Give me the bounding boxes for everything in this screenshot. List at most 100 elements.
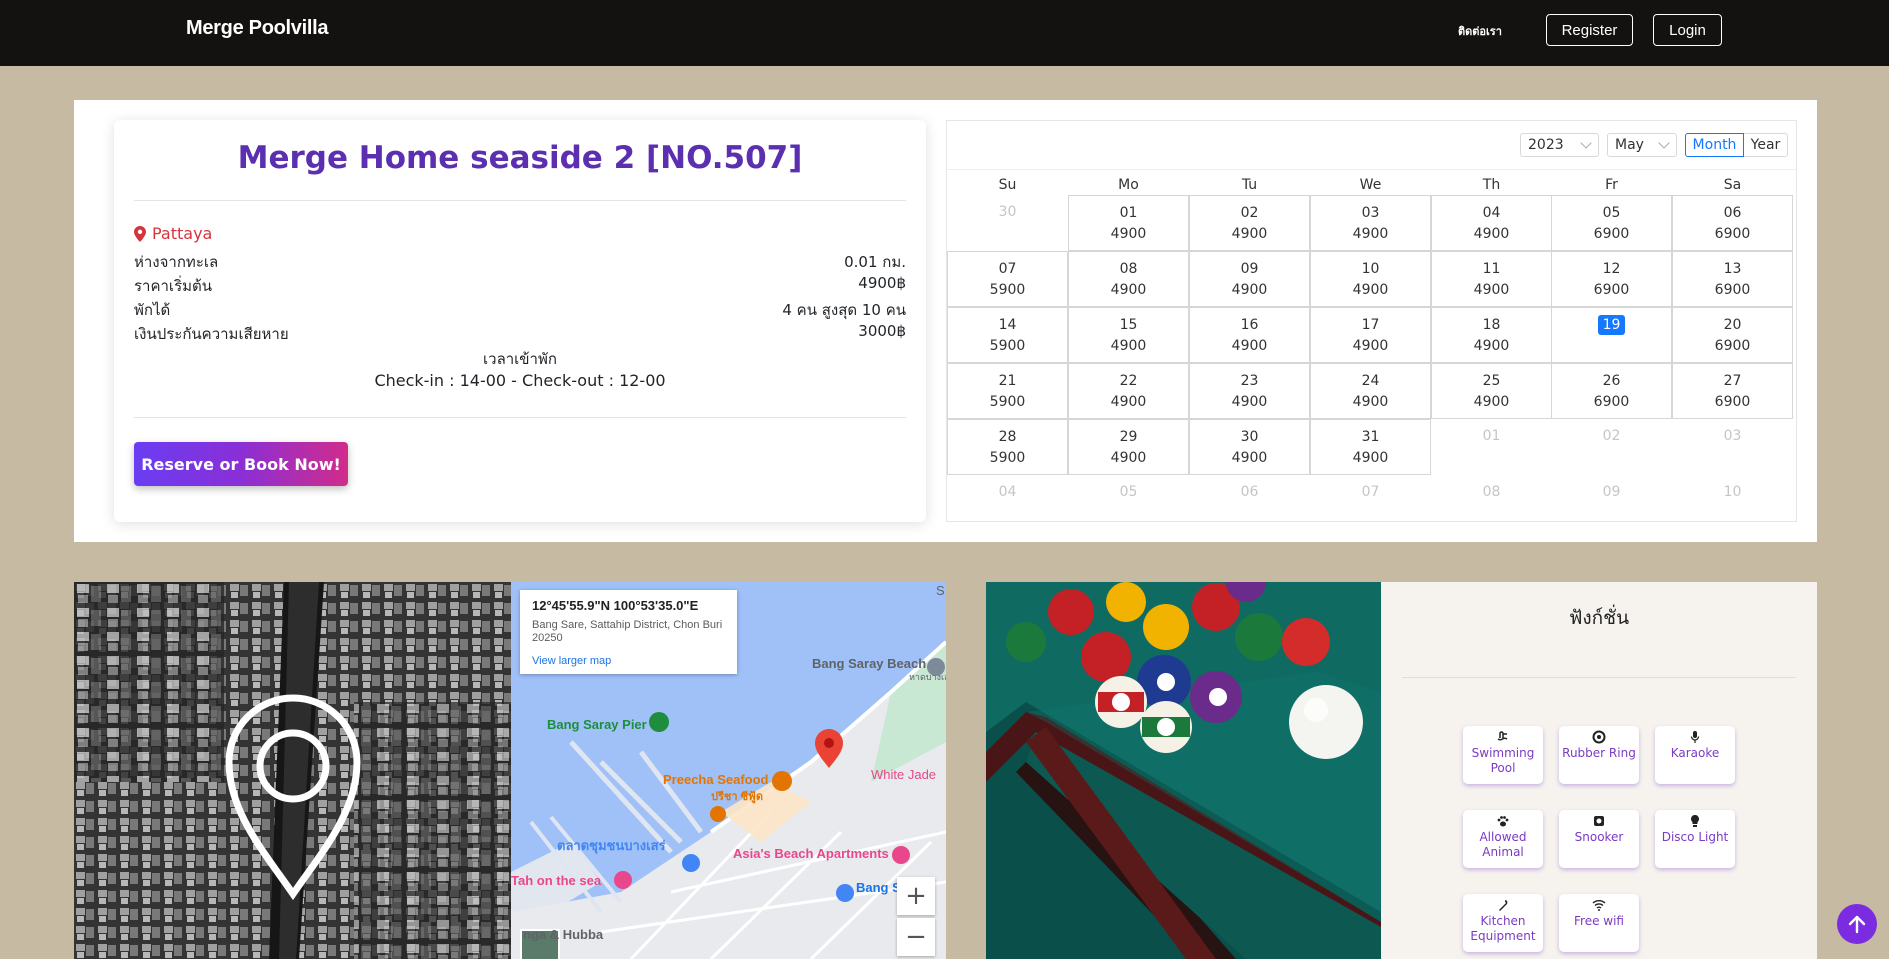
zoom-in-button[interactable]: + — [897, 877, 935, 915]
calendar-day[interactable]: 03 — [1672, 419, 1793, 475]
day-price: 4900 — [1110, 450, 1147, 466]
info-value: 4 คน สูงสุด 10 คน — [782, 301, 906, 319]
contact-link[interactable]: ติดต่อเรา — [1458, 22, 1502, 40]
calendar-day[interactable]: 30 4900 — [1189, 419, 1310, 475]
calendar-day[interactable]: 03 4900 — [1310, 195, 1431, 251]
function-allowed-animal[interactable]: Allowed Animal — [1463, 810, 1543, 868]
calendar-day[interactable]: 17 4900 — [1310, 307, 1431, 363]
property-title: Merge Home seaside 2 [NO.507] — [237, 140, 803, 176]
pool-table-image — [986, 582, 1381, 959]
info-row-guests: พักได้ 4 คน สูงสุด 10 คน — [134, 298, 906, 322]
calendar-day[interactable]: 08 4900 — [1068, 251, 1189, 307]
calendar-day[interactable]: 16 4900 — [1189, 307, 1310, 363]
calendar-day[interactable]: 07 — [1310, 475, 1431, 515]
day-price: 4900 — [1110, 338, 1147, 354]
calendar-day[interactable]: 18 4900 — [1431, 307, 1552, 363]
calendar-day[interactable]: 25 4900 — [1431, 363, 1552, 419]
month-value: May — [1615, 137, 1644, 153]
calendar-day[interactable]: 07 5900 — [947, 251, 1068, 307]
chevron-down-icon — [1580, 137, 1592, 149]
snooker-photo — [986, 582, 1381, 959]
google-map[interactable]: 12°45'55.9"N 100°53'35.0"E Bang Sare, Sa… — [511, 582, 946, 959]
chevron-down-icon — [1658, 137, 1670, 149]
mode-month-button[interactable]: Month — [1685, 133, 1744, 157]
calendar-day[interactable]: 12 6900 — [1551, 251, 1672, 307]
function-label: Snooker — [1574, 830, 1624, 844]
calendar-day[interactable]: 21 5900 — [947, 363, 1068, 419]
day-price: 4900 — [1231, 394, 1268, 410]
function-rubber-ring[interactable]: Rubber Ring — [1559, 726, 1639, 784]
mode-year-button[interactable]: Year — [1744, 133, 1788, 157]
booking-calendar: 2023 May Month Year Su Mo Tu We Th Fr Sa 30 01 49… — [946, 120, 1797, 522]
calendar-day[interactable]: 26 6900 — [1551, 363, 1672, 419]
calendar-day[interactable]: 04 — [947, 475, 1068, 515]
calendar-day[interactable]: 06 — [1189, 475, 1310, 515]
calendar-day[interactable]: 24 4900 — [1310, 363, 1431, 419]
calendar-day[interactable]: 27 6900 — [1672, 363, 1793, 419]
day-price: 4900 — [1352, 450, 1389, 466]
map-pin-icon — [134, 225, 146, 242]
month-select[interactable]: May — [1607, 133, 1677, 157]
day-price: 4900 — [1231, 450, 1268, 466]
calendar-day[interactable]: 20 6900 — [1672, 307, 1793, 363]
calendar-day[interactable]: 05 6900 — [1551, 195, 1672, 251]
calendar-day[interactable]: 14 5900 — [947, 307, 1068, 363]
calendar-day[interactable]: 09 4900 — [1189, 251, 1310, 307]
info-value: 0.01 กม. — [844, 253, 906, 271]
calendar-day[interactable]: 05 — [1068, 475, 1189, 515]
calendar-day[interactable]: 06 6900 — [1672, 195, 1793, 251]
zoom-out-button[interactable]: − — [897, 918, 935, 956]
function-free-wifi[interactable]: Free wifi — [1559, 894, 1639, 952]
day-number: 06 — [1240, 484, 1259, 500]
city-photo — [74, 582, 511, 959]
calendar-day[interactable]: 15 4900 — [1068, 307, 1189, 363]
calendar-day[interactable]: 13 6900 — [1672, 251, 1793, 307]
function-swimming-pool[interactable]: Swimming Pool — [1463, 726, 1543, 784]
register-button[interactable]: Register — [1546, 14, 1633, 46]
day-price: 4900 — [1231, 282, 1268, 298]
calendar-day[interactable]: 28 5900 — [947, 419, 1068, 475]
city-aerial-image — [74, 582, 511, 959]
calendar-day[interactable]: 30 — [947, 195, 1068, 251]
calendar-day[interactable]: 01 4900 — [1068, 195, 1189, 251]
calendar-day[interactable]: 22 4900 — [1068, 363, 1189, 419]
view-larger-map-link[interactable]: View larger map — [532, 655, 725, 667]
day-number: 30 — [1240, 429, 1259, 445]
checkin-time: Check-in : 14-00 - Check-out : 12-00 — [374, 371, 666, 390]
calendar-day[interactable]: 04 4900 — [1431, 195, 1552, 251]
day-price: 4900 — [1110, 394, 1147, 410]
day-price: 4900 — [1352, 226, 1389, 242]
calendar-day[interactable]: 10 — [1672, 475, 1793, 515]
function-karaoke[interactable]: Karaoke — [1655, 726, 1735, 784]
info-label: พักได้ — [134, 301, 171, 319]
calendar-day[interactable]: 02 4900 — [1189, 195, 1310, 251]
property-info-card: Merge Home seaside 2 [NO.507] Pattaya ห่… — [114, 120, 926, 522]
calendar-day[interactable]: 08 — [1431, 475, 1552, 515]
scroll-to-top-button[interactable] — [1837, 904, 1877, 944]
day-number: 17 — [1361, 317, 1380, 333]
calendar-day[interactable]: 11 4900 — [1431, 251, 1552, 307]
navbar: Merge Poolvilla ติดต่อเรา Register Login — [0, 0, 1889, 66]
function-snooker[interactable]: Snooker — [1559, 810, 1639, 868]
year-select[interactable]: 2023 — [1520, 133, 1599, 157]
info-label: ราคาเริ่มต้น — [134, 277, 213, 295]
weekday-header: We — [1359, 177, 1382, 193]
calendar-day[interactable]: 23 4900 — [1189, 363, 1310, 419]
calendar-day[interactable]: 31 4900 — [1310, 419, 1431, 475]
map-label: S — [936, 583, 945, 598]
info-label: เงินประกันความเสียหาย — [134, 325, 289, 343]
login-button[interactable]: Login — [1653, 14, 1722, 46]
function-disco-light[interactable]: Disco Light — [1655, 810, 1735, 868]
brand-logo[interactable]: Merge Poolvilla — [186, 17, 329, 40]
calendar-day[interactable]: 09 — [1551, 475, 1672, 515]
calendar-day[interactable]: 02 — [1551, 419, 1672, 475]
book-now-button[interactable]: Reserve or Book Now! — [134, 442, 348, 486]
day-number: 19 — [1552, 315, 1671, 335]
function-kitchen-equipment[interactable]: Kitchen Equipment — [1463, 894, 1543, 952]
calendar-day[interactable]: 29 4900 — [1068, 419, 1189, 475]
year-value: 2023 — [1528, 137, 1564, 153]
calendar-day[interactable]: 01 — [1431, 419, 1552, 475]
location: Pattaya — [134, 224, 212, 243]
calendar-day[interactable]: 19 — [1551, 307, 1672, 363]
calendar-day[interactable]: 10 4900 — [1310, 251, 1431, 307]
